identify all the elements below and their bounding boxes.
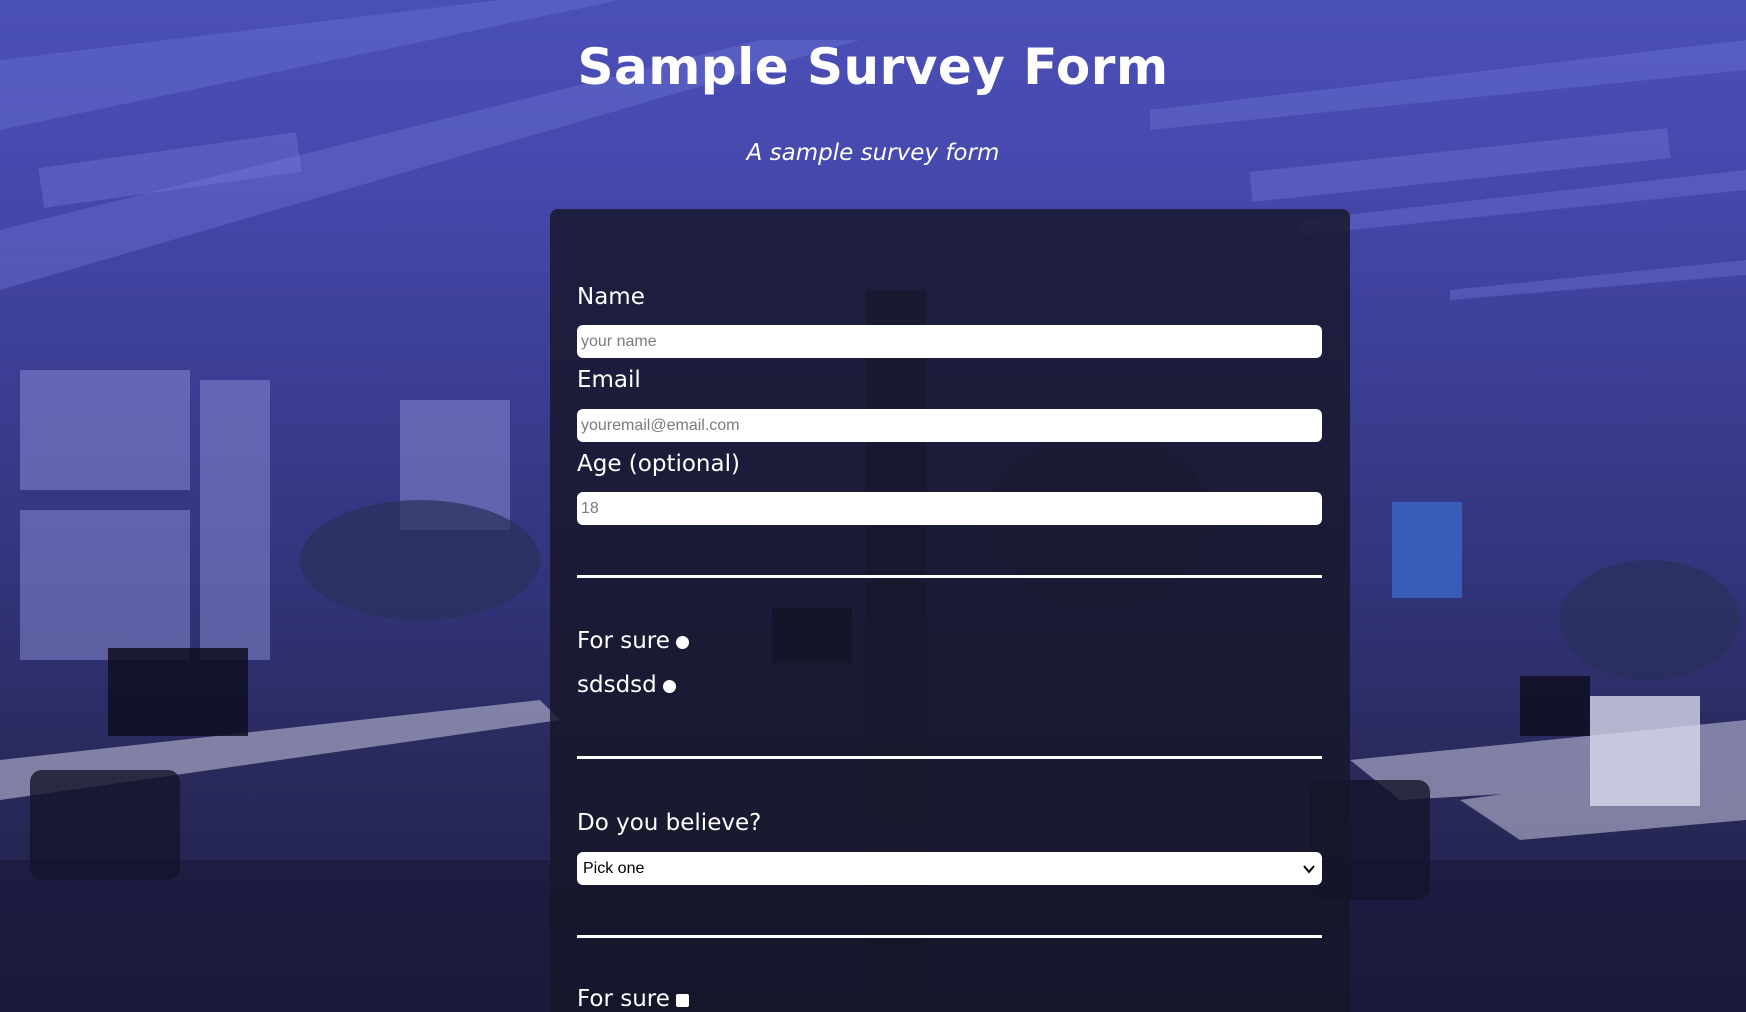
chevron-down-icon — [1303, 864, 1315, 874]
checkbox-label: For sure — [577, 986, 670, 1012]
email-input[interactable] — [577, 409, 1322, 442]
radio-label: For sure — [577, 628, 670, 654]
survey-form: Name Email Age (optional) For sure sdsds… — [550, 209, 1350, 1012]
name-input[interactable] — [577, 325, 1322, 358]
checkbox[interactable] — [675, 993, 689, 1007]
radio-button[interactable] — [662, 679, 676, 693]
age-label: Age (optional) — [577, 451, 740, 477]
page-title: Sample Survey Form — [577, 38, 1169, 96]
name-label: Name — [577, 284, 645, 310]
age-input[interactable] — [577, 492, 1322, 525]
section-divider — [577, 575, 1322, 578]
checkbox-option[interactable]: For sure — [577, 986, 689, 1012]
dropdown-label: Do you believe? — [577, 810, 762, 836]
section-divider — [577, 756, 1322, 759]
radio-button[interactable] — [675, 635, 689, 649]
radio-option[interactable]: For sure — [577, 628, 689, 654]
select-value: Pick one — [583, 859, 645, 877]
radio-option[interactable]: sdsdsd — [577, 672, 676, 698]
page-description: A sample survey form — [746, 140, 1000, 166]
radio-label: sdsdsd — [577, 672, 657, 698]
believe-select[interactable]: Pick one — [577, 852, 1322, 885]
email-label: Email — [577, 367, 641, 393]
section-divider — [577, 935, 1322, 938]
